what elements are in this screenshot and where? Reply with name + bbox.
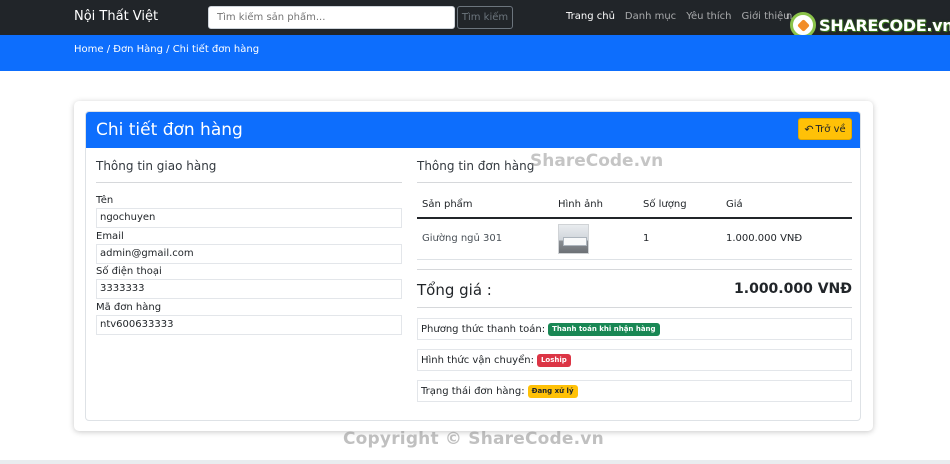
shipping-divider <box>96 182 402 183</box>
product-name: Giường ngủ 301 <box>422 233 503 244</box>
phone-field: 3333333 <box>96 279 402 299</box>
page-title: Chi tiết đơn hàng <box>96 120 243 140</box>
total-bottom-divider <box>417 307 852 308</box>
brand-name[interactable]: Nội Thất Việt <box>74 9 158 24</box>
shipping-method-label: Hình thức vận chuyển: <box>421 354 534 366</box>
table-row-divider <box>417 259 852 260</box>
product-price: 1.000.000 VNĐ <box>726 233 803 244</box>
shipping-info-title: Thông tin giao hàng <box>96 159 217 173</box>
nav-link-favorites[interactable]: Yêu thích <box>686 11 731 22</box>
payment-method-label: Phương thức thanh toán: <box>421 323 546 335</box>
product-quantity: 1 <box>643 233 650 244</box>
search-button[interactable]: Tìm kiếm <box>457 6 513 29</box>
watermark-copyright: Copyright © ShareCode.vn <box>343 429 604 449</box>
watermark-mid: ShareCode.vn <box>530 151 664 171</box>
table-header-divider <box>417 217 852 219</box>
shipping-method-row: Hình thức vận chuyển: Loship <box>417 349 852 371</box>
email-label: Email <box>96 231 124 242</box>
back-button[interactable]: ↶ Trở về <box>798 118 852 140</box>
total-value: 1.000.000 VNĐ <box>734 281 852 297</box>
order-status-badge: Đang xử lý <box>527 384 578 398</box>
undo-icon: ↶ <box>804 122 814 136</box>
card-header: Chi tiết đơn hàng ↶ Trở về <box>86 112 860 148</box>
order-info-title: Thông tin đơn hàng <box>417 159 535 173</box>
total-label: Tổng giá : <box>417 281 492 299</box>
email-field: admin@gmail.com <box>96 244 402 264</box>
order-detail-card: Chi tiết đơn hàng ↶ Trở về Thông tin gia… <box>85 111 861 421</box>
order-code-label: Mã đơn hàng <box>96 302 162 313</box>
nav-links: Trang chủ Danh mục Yêu thích Giới thiệu <box>566 11 790 22</box>
breadcrumb-bar: Home / Đơn Hàng / Chi tiết đơn hàng <box>0 35 950 71</box>
payment-method-badge: Thanh toán khi nhận hàng <box>548 322 660 336</box>
name-label: Tên <box>96 195 114 206</box>
payment-method-row: Phương thức thanh toán: Thanh toán khi n… <box>417 318 852 340</box>
shipping-method-badge: Loship <box>536 353 571 367</box>
search-input[interactable] <box>208 6 455 29</box>
order-status-label: Trạng thái đơn hàng: <box>421 385 525 397</box>
column-quantity: Số lượng <box>643 199 687 210</box>
page-bottom-strip <box>0 460 950 464</box>
logo-text: SHARECODE.vn <box>819 15 950 35</box>
column-product: Sản phẩm <box>422 199 473 210</box>
phone-label: Số điện thoại <box>96 266 162 277</box>
back-button-label: Trở về <box>815 123 846 135</box>
nav-link-about[interactable]: Giới thiệu <box>742 11 790 22</box>
order-divider <box>417 182 852 183</box>
column-image: Hình ảnh <box>558 199 603 210</box>
nav-link-category[interactable]: Danh mục <box>625 11 676 22</box>
nav-link-home[interactable]: Trang chủ <box>566 11 615 22</box>
breadcrumb[interactable]: Home / Đơn Hàng / Chi tiết đơn hàng <box>74 44 259 55</box>
order-status-row: Trạng thái đơn hàng: Đang xử lý <box>417 380 852 402</box>
order-code-field: ntv600633333 <box>96 315 402 335</box>
total-top-divider <box>417 269 852 270</box>
product-image <box>558 224 589 254</box>
column-price: Giá <box>726 199 743 210</box>
name-field: ngochuyen <box>96 208 402 228</box>
